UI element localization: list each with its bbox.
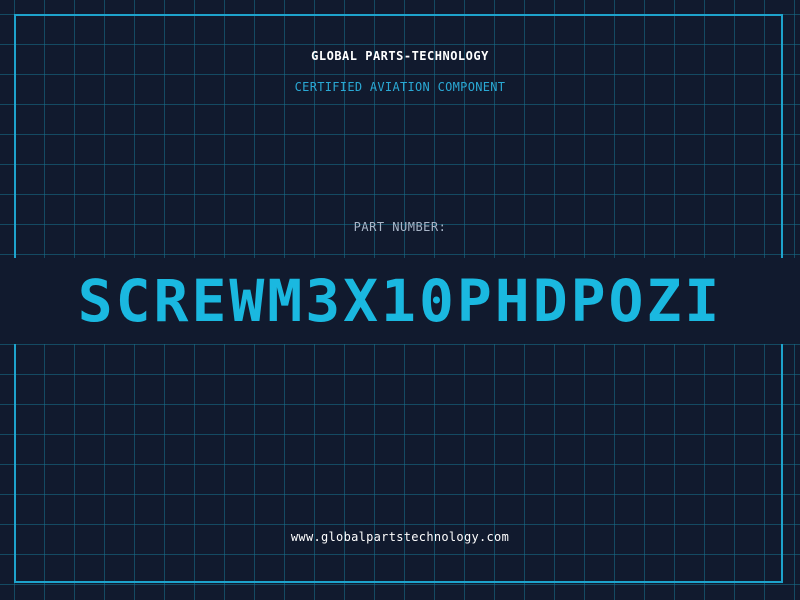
part-card: GLOBAL PARTS-TECHNOLOGY CERTIFIED AVIATI… (0, 0, 800, 600)
company-name: GLOBAL PARTS-TECHNOLOGY (311, 49, 489, 63)
website-link[interactable]: www.globalpartstechnology.com (0, 530, 800, 544)
certification-subtitle: CERTIFIED AVIATION COMPONENT (294, 80, 506, 94)
part-number-label: PART NUMBER: (353, 220, 447, 234)
part-number-value: SCREWM3X10PHDPOZI (0, 258, 800, 344)
